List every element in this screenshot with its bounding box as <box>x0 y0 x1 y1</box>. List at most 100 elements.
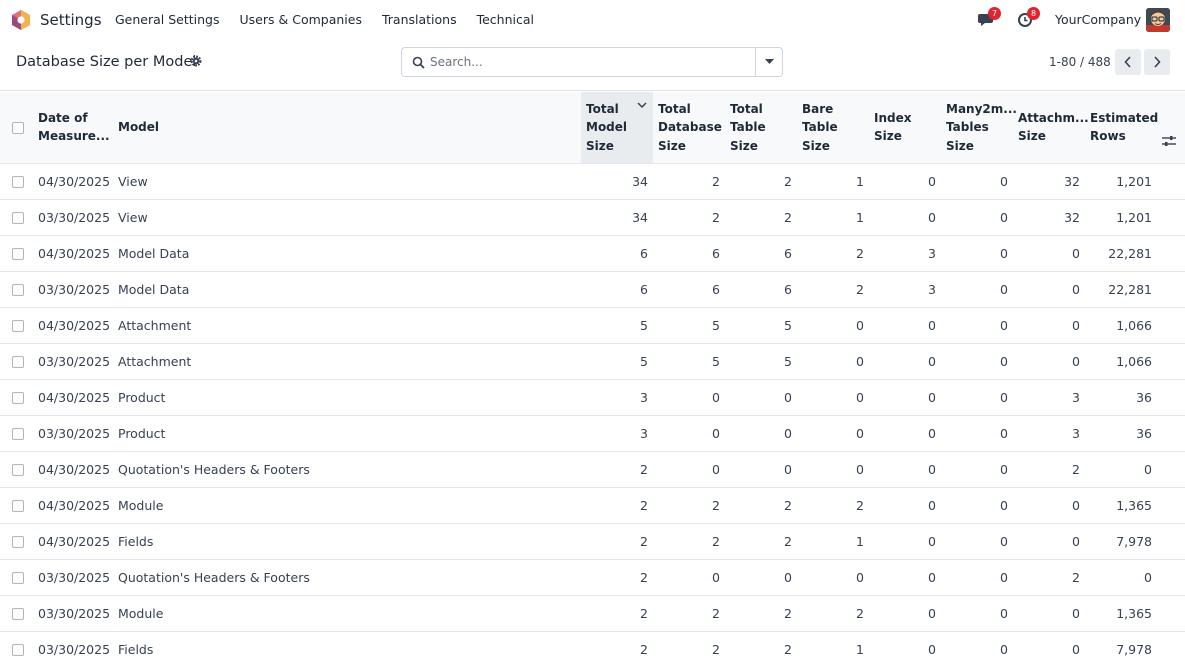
menu-technical[interactable]: Technical <box>477 12 534 27</box>
total-model-size-cell: 6 <box>581 270 653 307</box>
attachment-size-cell: 0 <box>1013 342 1085 379</box>
select-all-checkbox[interactable] <box>12 121 24 134</box>
row-checkbox[interactable] <box>12 464 24 476</box>
search-bar <box>401 47 783 77</box>
row-checkbox[interactable] <box>12 284 24 296</box>
column-header[interactable]: Bare Table Size <box>797 92 869 163</box>
table-row[interactable]: 03/30/2025 Product 3 0 0 0 0 0 3 36 <box>0 414 1185 451</box>
user-avatar[interactable] <box>1146 8 1170 32</box>
table-row[interactable]: 04/30/2025 Product 3 0 0 0 0 0 3 36 <box>0 378 1185 415</box>
date-cell: 04/30/2025 <box>33 486 113 523</box>
sliders-icon[interactable] <box>1162 135 1176 147</box>
row-checkbox[interactable] <box>12 212 24 224</box>
pager-next-button[interactable] <box>1144 49 1170 75</box>
table-row[interactable]: 04/30/2025 Fields 2 2 2 1 0 0 0 7,978 <box>0 522 1185 559</box>
column-header[interactable]: Estimated Rows <box>1085 92 1158 163</box>
bare-table-size-cell: 0 <box>797 414 869 451</box>
total-table-size-cell: 6 <box>725 234 797 271</box>
column-header[interactable]: Many2m... Tables Size <box>941 92 1017 163</box>
row-select-cell <box>0 486 33 523</box>
column-header[interactable]: Date of Measure... <box>33 92 113 163</box>
many2many-size-cell: 0 <box>941 558 1013 595</box>
gear-icon[interactable] <box>190 55 202 67</box>
menu-general-settings[interactable]: General Settings <box>115 12 220 27</box>
row-end-cell <box>1157 486 1185 523</box>
activity-button[interactable]: 8 <box>1017 7 1040 28</box>
activity-badge: 8 <box>1027 7 1040 20</box>
row-checkbox[interactable] <box>12 176 24 188</box>
menu-translations[interactable]: Translations <box>382 12 457 27</box>
messages-button[interactable]: 7 <box>978 7 1001 28</box>
model-cell: Product <box>113 414 581 451</box>
app-name[interactable]: Settings <box>40 11 102 29</box>
row-checkbox[interactable] <box>12 392 24 404</box>
table-row[interactable]: 03/30/2025 Module 2 2 2 2 0 0 0 1,365 <box>0 594 1185 631</box>
many2many-size-cell: 0 <box>941 630 1013 667</box>
pager-value[interactable]: 1-80 / 488 <box>1049 55 1111 69</box>
column-header-label: Total Model Size <box>586 101 628 153</box>
bare-table-size-cell: 0 <box>797 558 869 595</box>
search-input[interactable] <box>430 52 750 72</box>
row-checkbox[interactable] <box>12 248 24 260</box>
table-row[interactable]: 03/30/2025 View 34 2 2 1 0 0 32 1,201 <box>0 198 1185 235</box>
estimated-rows-cell: 36 <box>1085 414 1157 451</box>
column-header[interactable]: Total Table Size <box>725 92 797 163</box>
row-checkbox[interactable] <box>12 644 24 657</box>
table-row[interactable]: 04/30/2025 Attachment 5 5 5 0 0 0 0 1,066 <box>0 306 1185 343</box>
column-header-sorted[interactable]: Total Model Size <box>581 92 653 163</box>
date-cell: 03/30/2025 <box>33 558 113 595</box>
column-header[interactable]: Attachm... Size <box>1013 92 1089 163</box>
total-database-size-cell: 0 <box>653 414 725 451</box>
attachment-size-cell: 0 <box>1013 270 1085 307</box>
table-row[interactable]: 03/30/2025 Attachment 5 5 5 0 0 0 0 1,066 <box>0 342 1185 379</box>
attachment-size-cell: 2 <box>1013 558 1085 595</box>
data-table: Date of Measure... Model Total Model Siz… <box>0 92 1185 667</box>
column-header[interactable]: Index Size <box>869 92 941 163</box>
total-model-size-cell: 2 <box>581 486 653 523</box>
estimated-rows-cell: 1,201 <box>1085 162 1157 199</box>
app-logo-icon[interactable] <box>11 9 31 31</box>
row-end-cell <box>1157 522 1185 559</box>
row-checkbox[interactable] <box>12 608 24 620</box>
attachment-size-cell: 0 <box>1013 234 1085 271</box>
menu-users-companies[interactable]: Users & Companies <box>240 12 362 27</box>
table-row[interactable]: 03/30/2025 Quotation's Headers & Footers 2… <box>0 558 1185 595</box>
total-database-size-cell: 0 <box>653 378 725 415</box>
row-select-cell <box>0 522 33 559</box>
row-select-cell <box>0 414 33 451</box>
table-row[interactable]: 04/30/2025 View 34 2 2 1 0 0 32 1,201 <box>0 162 1185 199</box>
row-checkbox[interactable] <box>12 572 24 584</box>
total-database-size-cell: 2 <box>653 594 725 631</box>
row-checkbox[interactable] <box>12 356 24 368</box>
company-switcher[interactable]: YourCompany <box>1055 12 1141 27</box>
column-header[interactable]: Total Database Size <box>653 92 725 163</box>
row-checkbox[interactable] <box>12 536 24 548</box>
row-checkbox[interactable] <box>12 428 24 440</box>
date-cell: 03/30/2025 <box>33 414 113 451</box>
total-database-size-cell: 0 <box>653 450 725 487</box>
table-row[interactable]: 03/30/2025 Fields 2 2 2 1 0 0 0 7,978 <box>0 630 1185 667</box>
column-header[interactable]: Model <box>113 92 581 163</box>
row-checkbox[interactable] <box>12 500 24 512</box>
row-select-cell <box>0 270 33 307</box>
index-size-cell: 0 <box>869 342 941 379</box>
date-cell: 04/30/2025 <box>33 450 113 487</box>
estimated-rows-cell: 1,365 <box>1085 594 1157 631</box>
total-database-size-cell: 5 <box>653 342 725 379</box>
table-row[interactable]: 03/30/2025 Model Data 6 6 6 2 3 0 0 22,281 <box>0 270 1185 307</box>
index-size-cell: 0 <box>869 522 941 559</box>
table-row[interactable]: 04/30/2025 Model Data 6 6 6 2 3 0 0 22,281 <box>0 234 1185 271</box>
index-size-cell: 0 <box>869 162 941 199</box>
search-options-toggle[interactable] <box>755 48 782 76</box>
row-select-cell <box>0 198 33 235</box>
model-cell: Quotation's Headers & Footers <box>113 450 581 487</box>
model-cell: Product <box>113 378 581 415</box>
index-size-cell: 0 <box>869 414 941 451</box>
table-row[interactable]: 04/30/2025 Quotation's Headers & Footers 2… <box>0 450 1185 487</box>
pager-previous-button[interactable] <box>1115 49 1141 75</box>
many2many-size-cell: 0 <box>941 270 1013 307</box>
date-cell: 03/30/2025 <box>33 342 113 379</box>
row-checkbox[interactable] <box>12 320 24 332</box>
table-row[interactable]: 04/30/2025 Module 2 2 2 2 0 0 0 1,365 <box>0 486 1185 523</box>
bare-table-size-cell: 2 <box>797 486 869 523</box>
